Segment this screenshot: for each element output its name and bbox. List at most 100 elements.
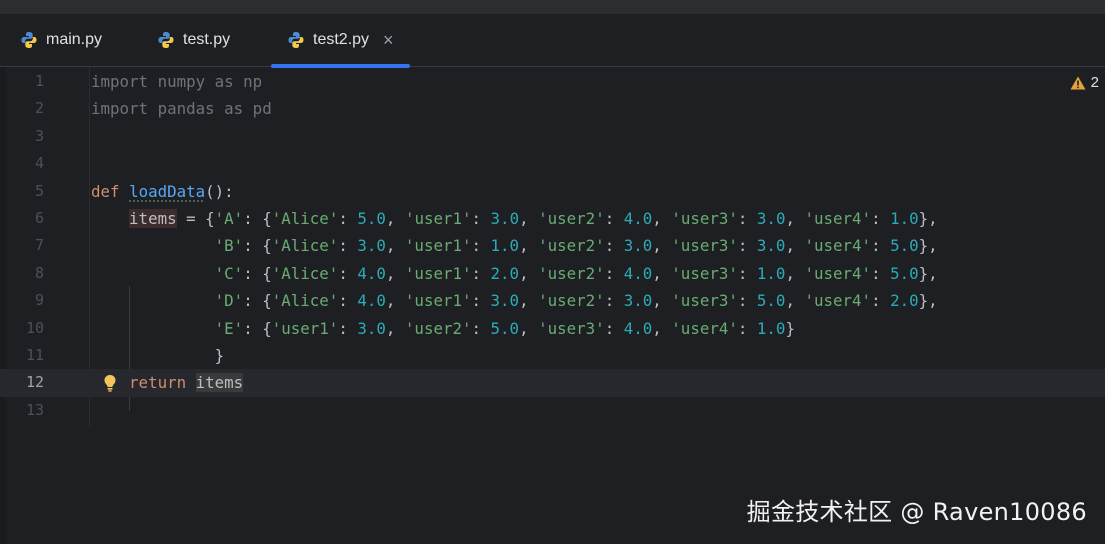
string: 'user2' [538, 291, 605, 311]
string: 'user3' [671, 263, 738, 283]
string: 'Alice' [271, 236, 339, 256]
string: 'user4' [804, 209, 872, 228]
number: 1.0 [756, 318, 786, 338]
code-line-8[interactable]: 8 'C': {'Alice': 4.0, 'user1': 2.0, 'use… [0, 260, 1105, 287]
string: 'user4' [804, 263, 872, 283]
code-text: return items [91, 369, 244, 396]
code-line-7[interactable]: 7 'B': {'Alice': 3.0, 'user1': 1.0, 'use… [0, 232, 1105, 259]
string: 'user3' [538, 318, 605, 338]
number: 4.0 [623, 209, 653, 228]
line-number: 12 [25, 373, 44, 392]
number: 3.0 [756, 236, 786, 256]
function-name[interactable]: loadData [129, 182, 205, 201]
number: 5.0 [357, 209, 386, 228]
number: 3.0 [623, 236, 653, 256]
tab-label: main.py [46, 31, 103, 48]
number: 3.0 [490, 209, 520, 228]
number: 1.0 [756, 263, 786, 283]
string: 'user1' [271, 318, 339, 338]
number: 2.0 [490, 263, 520, 283]
keyword: return [129, 373, 187, 393]
code-line-13[interactable]: 13 [0, 397, 1105, 424]
number: 1.0 [490, 236, 520, 256]
number: 4.0 [623, 318, 653, 338]
code-line-6[interactable]: 6 items = {'A': {'Alice': 5.0, 'user1': … [0, 205, 1105, 232]
string: 'A' [214, 209, 244, 228]
string: 'user2' [538, 236, 605, 256]
string: 'user4' [804, 291, 872, 311]
number: 3.0 [357, 318, 386, 338]
code-line-3[interactable]: 3 [0, 123, 1105, 150]
string: 'user4' [671, 318, 738, 338]
code-text: 'D': {'Alice': 4.0, 'user1': 3.0, 'user2… [214, 291, 938, 311]
tab-label: test2.py [313, 31, 370, 48]
line-number: 5 [34, 181, 44, 200]
code-line-5[interactable]: 5 def loadData(): [0, 178, 1105, 205]
code-text: items = {'A': {'Alice': 5.0, 'user1': 3.… [129, 209, 938, 228]
number: 3.0 [357, 236, 386, 256]
string: 'C' [214, 263, 244, 283]
string: 'user2' [404, 318, 472, 338]
editor-tab-bar: main.py test.py test2.py × [0, 14, 1105, 68]
number: 1.0 [890, 209, 919, 228]
number: 3.0 [490, 291, 520, 311]
title-strip [0, 0, 1105, 14]
code-text: 'C': {'Alice': 4.0, 'user1': 2.0, 'user2… [214, 263, 938, 283]
line-number: 1 [34, 72, 44, 90]
close-icon[interactable]: × [383, 30, 394, 51]
string: 'E' [214, 318, 244, 338]
code-text: def loadData(): [91, 178, 234, 205]
line-number: 6 [34, 209, 44, 227]
code-line-2[interactable]: 2 import pandas as pd [0, 95, 1105, 122]
variable-items[interactable]: items [195, 373, 244, 393]
code-text: } [91, 342, 225, 369]
tab-main-py[interactable]: main.py [20, 14, 102, 66]
tab-test-py[interactable]: test.py [157, 14, 230, 66]
code-line-4[interactable]: 4 [0, 150, 1105, 177]
string: 'Alice' [271, 291, 339, 311]
code-line-9[interactable]: 9 'D': {'Alice': 4.0, 'user1': 3.0, 'use… [0, 287, 1105, 314]
number: 5.0 [890, 263, 919, 283]
string: 'Alice' [271, 209, 339, 228]
code-editor[interactable]: 2 1 import numpy as np 2 import pandas a… [0, 67, 1105, 544]
string: 'user1' [404, 291, 472, 311]
tab-test2-py[interactable]: test2.py × [271, 14, 410, 68]
code-line-11[interactable]: 11 } [0, 342, 1105, 369]
string: 'user1' [404, 236, 472, 256]
code-text: 'E': {'user1': 3.0, 'user2': 5.0, 'user3… [214, 318, 795, 338]
line-number: 7 [34, 236, 44, 255]
number: 3.0 [623, 291, 653, 311]
variable-items[interactable]: items [129, 209, 177, 228]
string: 'Alice' [271, 263, 339, 283]
code-text: import pandas as pd [91, 99, 272, 119]
line-number: 3 [34, 126, 44, 145]
python-icon [21, 32, 37, 48]
code-line-10[interactable]: 10 'E': {'user1': 3.0, 'user2': 5.0, 'us… [0, 315, 1105, 342]
line-number: 10 [25, 318, 44, 337]
string: 'user2' [538, 209, 605, 228]
line-number: 9 [34, 291, 44, 310]
number: 4.0 [357, 263, 386, 283]
punctuation: }, [918, 291, 938, 311]
number: 5.0 [490, 318, 520, 338]
string: 'user3' [671, 209, 738, 228]
string: 'user3' [671, 236, 738, 256]
python-icon [158, 32, 174, 48]
tab-label: test.py [183, 31, 231, 48]
string: 'user4' [804, 236, 872, 256]
code-text: 'B': {'Alice': 3.0, 'user1': 1.0, 'user2… [214, 236, 938, 256]
punctuation: }, [918, 263, 938, 283]
line-number: 8 [34, 263, 44, 282]
python-icon [288, 32, 304, 48]
punctuation: (): [205, 181, 234, 201]
number: 5.0 [756, 291, 786, 311]
string: 'user2' [538, 263, 605, 283]
number: 3.0 [756, 209, 786, 228]
string: 'D' [214, 291, 244, 311]
string: 'B' [214, 236, 244, 256]
line-number: 2 [34, 99, 44, 118]
punctuation: }, [918, 209, 938, 228]
keyword: def [91, 181, 120, 201]
code-line-12[interactable]: 12 return items [0, 369, 1105, 397]
code-line-1[interactable]: 1 import numpy as np [0, 68, 1105, 95]
